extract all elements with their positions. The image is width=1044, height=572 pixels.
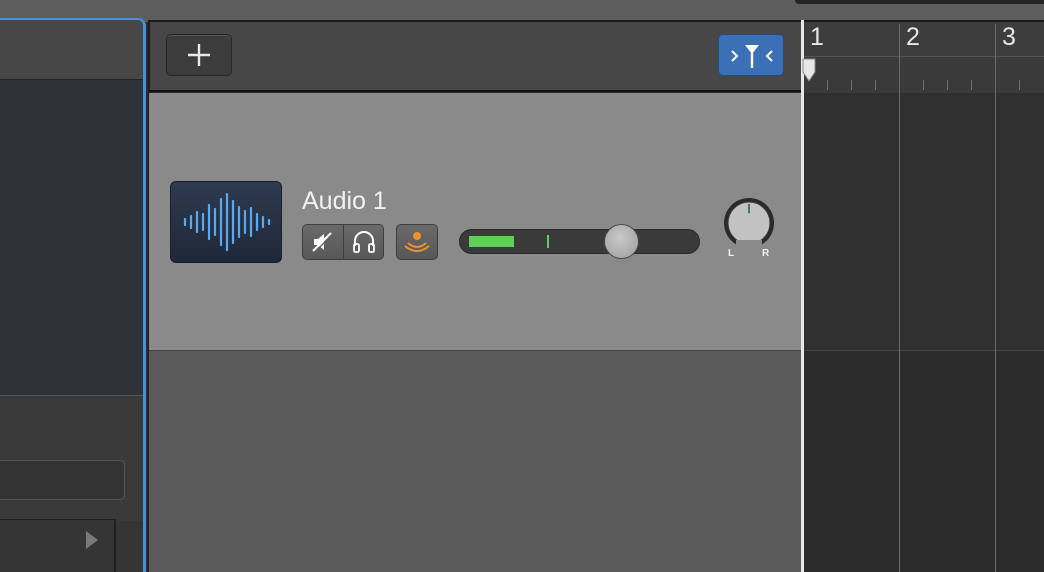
inspector-panel xyxy=(0,18,146,572)
tracks-header-bar xyxy=(149,20,802,92)
pan-left-label: L xyxy=(728,248,735,259)
level-meter xyxy=(469,236,514,247)
bar-number: 3 xyxy=(1002,23,1016,51)
volume-slider-knob[interactable] xyxy=(604,224,639,259)
inspector-body xyxy=(0,80,143,395)
pan-right-label: R xyxy=(762,248,770,259)
ruler-lower-strip[interactable] xyxy=(804,56,1044,93)
playhead-catch-button[interactable] xyxy=(718,34,784,76)
playhead-catch-icon xyxy=(731,45,773,68)
pan-knob[interactable] xyxy=(722,196,776,250)
ruler-tick xyxy=(851,80,852,90)
add-track-button[interactable] xyxy=(166,34,232,76)
empty-timeline-area[interactable] xyxy=(804,351,1044,572)
level-meter-peak xyxy=(547,235,549,248)
plus-icon xyxy=(188,44,210,66)
inspector-header xyxy=(0,20,143,80)
empty-tracks-area[interactable] xyxy=(149,351,802,572)
ruler-tick xyxy=(923,80,924,90)
waveform-icon xyxy=(183,192,271,252)
track-icon-button[interactable] xyxy=(170,181,282,263)
inspector-lower-section xyxy=(0,395,143,521)
inspector-field[interactable] xyxy=(0,460,125,500)
volume-slider[interactable] xyxy=(459,224,700,259)
track-name[interactable]: Audio 1 xyxy=(302,186,387,216)
ruler-tick xyxy=(875,80,876,90)
bar-line xyxy=(995,24,996,572)
disclosure-triangle-icon[interactable] xyxy=(86,531,98,549)
playhead-icon[interactable] xyxy=(802,58,816,82)
logic-window: Audio 1 L R 1 2 3 xyxy=(0,0,1044,572)
mute-solo-group xyxy=(302,224,384,260)
bar-line xyxy=(899,24,900,572)
mute-button[interactable] xyxy=(303,225,344,259)
ruler-tick xyxy=(1019,80,1020,90)
ruler-tick xyxy=(947,80,948,90)
tracks-divider[interactable] xyxy=(801,20,804,572)
control-bar-edge xyxy=(795,0,1044,4)
input-monitoring-button[interactable] xyxy=(396,224,438,260)
solo-button[interactable] xyxy=(344,225,383,259)
headphones-icon xyxy=(353,231,375,253)
ruler-tick xyxy=(827,80,828,90)
ruler-tick xyxy=(971,80,972,90)
bar-number: 1 xyxy=(810,23,824,51)
input-monitor-icon xyxy=(404,232,430,252)
bar-number: 2 xyxy=(906,23,920,51)
inspector-disclosure-row[interactable] xyxy=(0,519,116,572)
speaker-mute-icon xyxy=(312,232,333,253)
track-lane[interactable] xyxy=(804,93,1044,351)
